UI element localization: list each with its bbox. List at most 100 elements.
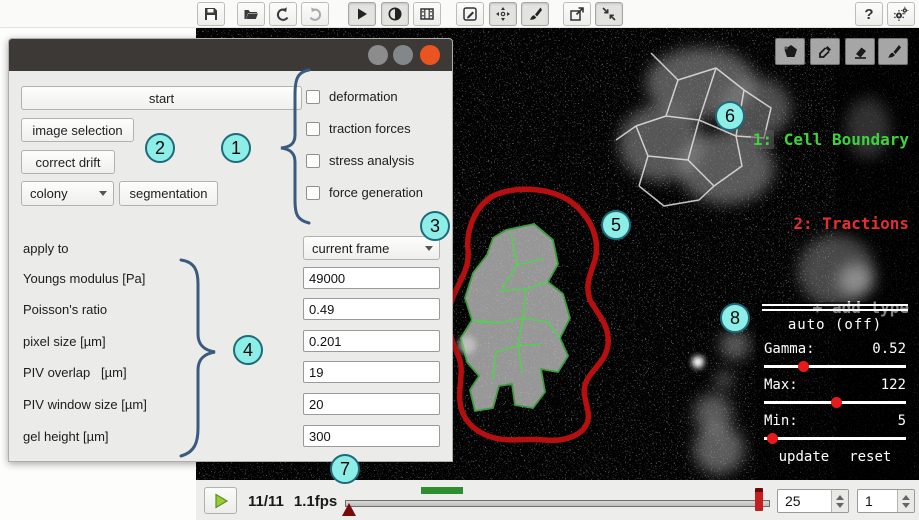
min-row: Min: 5: [764, 413, 906, 429]
collapse-arrows-icon: [601, 6, 617, 22]
max-row: Max: 122: [764, 377, 906, 393]
chevron-down-icon: [425, 246, 433, 251]
folder-open-icon: [243, 6, 259, 22]
main-toolbar: ?: [0, 0, 919, 28]
save-button[interactable]: [197, 2, 225, 26]
spin-up-icon[interactable]: [836, 495, 844, 500]
youngs-modulus-field[interactable]: [303, 267, 440, 289]
paint-mask-button[interactable]: [521, 2, 549, 26]
edit-pencil-icon: [462, 6, 478, 22]
gears-icon: [893, 6, 909, 22]
image-selection-button[interactable]: image selection: [21, 118, 134, 142]
loaded-range-indicator: [421, 487, 463, 494]
open-button[interactable]: [237, 2, 265, 26]
start-button[interactable]: start: [21, 86, 302, 110]
gamma-value: 0.52: [872, 341, 906, 357]
current-frame-marker[interactable]: [342, 503, 356, 516]
correct-drift-button[interactable]: correct drift: [21, 150, 115, 174]
fit-view-button[interactable]: [595, 2, 623, 26]
contrast-icon: [387, 6, 403, 22]
play-icon: [354, 6, 370, 22]
fill-tool-button[interactable]: [775, 38, 805, 65]
picker-tool-button[interactable]: [810, 38, 840, 65]
undo-button[interactable]: [269, 2, 297, 26]
undo-icon: [275, 6, 291, 22]
export-button[interactable]: [563, 2, 591, 26]
mask-type-tractions[interactable]: 2: Tractions: [751, 210, 909, 238]
panel-titlebar[interactable]: [9, 39, 452, 71]
piv-overlap-field[interactable]: [303, 361, 440, 383]
gamma-slider[interactable]: [764, 365, 906, 368]
gamma-slider-handle[interactable]: [798, 361, 809, 372]
window-close-button[interactable]: [420, 45, 440, 65]
tfm-addon-window: start image selection correct drift colo…: [8, 38, 453, 462]
reset-button[interactable]: reset: [849, 449, 891, 465]
checkbox-box[interactable]: [306, 90, 320, 104]
chevron-down-icon: [99, 191, 107, 196]
gel-height-field[interactable]: [303, 425, 440, 447]
apply-to-label: apply to: [23, 241, 69, 256]
contrast-panel-divider: [762, 304, 908, 311]
segmentation-button[interactable]: segmentation: [119, 181, 218, 206]
spin-down-icon[interactable]: [902, 503, 910, 508]
contrast-button[interactable]: [381, 2, 409, 26]
floppy-icon: [203, 6, 219, 22]
contrast-panel: auto (off) Gamma: 0.52 Max: 122 Min: 5 u…: [756, 302, 914, 484]
mask-type-cell-boundary[interactable]: 1: Cell Boundary: [751, 126, 909, 154]
min-slider-handle[interactable]: [767, 433, 778, 444]
poissons-ratio-field[interactable]: [303, 298, 440, 320]
skip-frames-spinbox[interactable]: 25: [777, 489, 849, 513]
eraser-tool-button[interactable]: [845, 38, 875, 65]
checkbox-force-generation[interactable]: force generation: [306, 185, 423, 200]
gel-height-label: gel height [µm]: [23, 429, 109, 444]
timeline-track[interactable]: [345, 500, 770, 507]
window-minimize-button[interactable]: [368, 45, 388, 65]
checkbox-traction-forces[interactable]: traction forces: [306, 121, 411, 136]
redo-button[interactable]: [301, 2, 329, 26]
checkbox-box[interactable]: [306, 186, 320, 200]
auto-contrast-button[interactable]: auto (off): [764, 317, 906, 333]
apply-to-select[interactable]: current frame: [303, 236, 440, 260]
piv-overlap-label: PIV overlap [µm]: [23, 365, 127, 380]
pixel-size-field[interactable]: [303, 330, 440, 352]
max-slider-handle[interactable]: [831, 397, 842, 408]
settings-button[interactable]: [887, 2, 915, 26]
brush-tool-button[interactable]: [878, 38, 908, 65]
frames-button[interactable]: [413, 2, 441, 26]
piv-window-size-field[interactable]: [303, 393, 440, 415]
pixel-size-label: pixel size [µm]: [23, 334, 106, 349]
checkbox-box[interactable]: [306, 122, 320, 136]
eraser-icon: [852, 43, 869, 60]
brush-icon: [527, 6, 543, 22]
window-maximize-button[interactable]: [393, 45, 413, 65]
gamma-label: Gamma:: [764, 341, 815, 357]
max-slider[interactable]: [764, 401, 906, 404]
checkbox-deformation[interactable]: deformation: [306, 89, 398, 104]
checkbox-box[interactable]: [306, 154, 320, 168]
fill-polygon-icon: [782, 43, 799, 60]
gamma-row: Gamma: 0.52: [764, 341, 906, 357]
end-range-marker[interactable]: [755, 488, 763, 511]
checkbox-stress-analysis[interactable]: stress analysis: [306, 153, 414, 168]
youngs-modulus-label: Youngs modulus [Pa]: [23, 271, 145, 286]
piv-window-size-label: PIV window size [µm]: [23, 397, 147, 412]
spin-down-icon[interactable]: [836, 503, 844, 508]
play-icon: [213, 493, 229, 509]
help-button[interactable]: ?: [855, 2, 883, 26]
min-slider[interactable]: [764, 437, 906, 440]
play-button[interactable]: [204, 487, 237, 514]
frame-step-spinbox[interactable]: 1: [857, 489, 915, 513]
brush-icon: [885, 43, 902, 60]
application-window: ?: [0, 0, 919, 520]
fps-indicator: 1.1fps: [294, 493, 337, 510]
poissons-ratio-label: Poisson's ratio: [23, 302, 107, 317]
timeline-slider[interactable]: [345, 480, 770, 520]
mode-select[interactable]: colony: [21, 181, 114, 206]
move-tool-button[interactable]: [489, 2, 517, 26]
spin-up-icon[interactable]: [902, 495, 910, 500]
frame-counter: 11/11: [248, 493, 284, 510]
edit-marker-button[interactable]: [456, 2, 484, 26]
redo-icon: [307, 6, 323, 22]
play-toolbar-button[interactable]: [348, 2, 376, 26]
update-button[interactable]: update: [779, 449, 830, 465]
